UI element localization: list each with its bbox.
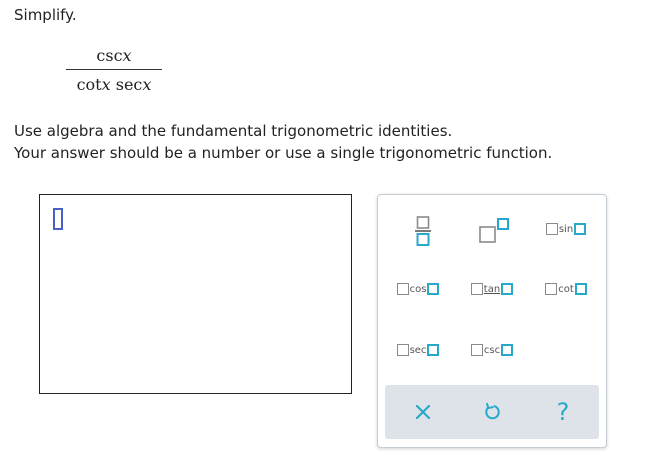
- answer-input-area[interactable]: [39, 194, 352, 394]
- sin-label: sin: [558, 223, 574, 235]
- tan-argument-box: [470, 283, 483, 295]
- cot-button[interactable]: cot: [536, 277, 596, 301]
- sec-button[interactable]: sec: [388, 338, 448, 362]
- sin-button[interactable]: sin: [536, 217, 596, 241]
- csc-exponent-box: [501, 344, 514, 356]
- cos-button[interactable]: cos: [388, 277, 448, 301]
- cot-label: cot: [558, 283, 574, 295]
- denominator-function-2: sec: [110, 75, 143, 94]
- cos-argument-box: [396, 283, 409, 295]
- expression-fraction: cscx cotx secx: [66, 44, 162, 97]
- sec-exponent-box: [427, 344, 440, 356]
- exponent-icon: [479, 218, 509, 243]
- numerator-function: csc: [96, 46, 123, 65]
- undo-icon: [485, 402, 500, 420]
- fraction-bar: [66, 69, 162, 70]
- sin-argument-box: [545, 223, 558, 235]
- denominator-variable-2: x: [142, 75, 152, 94]
- tan-exponent-box: [501, 283, 514, 295]
- fraction-numerator: cscx: [66, 44, 162, 68]
- denominator-variable-1: x: [101, 75, 111, 94]
- tan-button[interactable]: tan: [462, 277, 522, 301]
- instruction-identities: Use algebra and the fundamental trigonom…: [14, 122, 453, 140]
- sec-label: sec: [409, 344, 427, 356]
- tan-label: tan: [483, 283, 501, 295]
- clear-button[interactable]: [393, 385, 453, 439]
- sin-exponent-box: [574, 223, 587, 235]
- sec-argument-box: [396, 344, 409, 356]
- math-palette: sin cos tan cot sec csc ?: [377, 194, 607, 448]
- help-button[interactable]: ?: [533, 385, 593, 439]
- help-icon: ?: [556, 398, 570, 426]
- fraction-denominator: cotx secx: [66, 73, 162, 97]
- csc-label: csc: [483, 344, 501, 356]
- denominator-function-1: cot: [76, 75, 102, 94]
- cos-label: cos: [409, 283, 427, 295]
- csc-button[interactable]: csc: [462, 338, 522, 362]
- cot-argument-box: [545, 283, 558, 295]
- instruction-simplify: Simplify.: [14, 6, 77, 24]
- cos-exponent-box: [427, 283, 440, 295]
- fraction-icon: [415, 216, 431, 246]
- clear-icon: [415, 404, 431, 420]
- instruction-answer-format: Your answer should be a number or use a …: [14, 144, 553, 162]
- exponent-button[interactable]: [472, 211, 516, 251]
- numerator-variable: x: [122, 46, 132, 65]
- fraction-button[interactable]: [406, 211, 440, 251]
- input-cursor-placeholder[interactable]: [53, 208, 63, 230]
- palette-controls-bar: ?: [385, 385, 599, 439]
- cot-exponent-box: [574, 283, 587, 295]
- undo-button[interactable]: [462, 385, 522, 439]
- csc-argument-box: [470, 344, 483, 356]
